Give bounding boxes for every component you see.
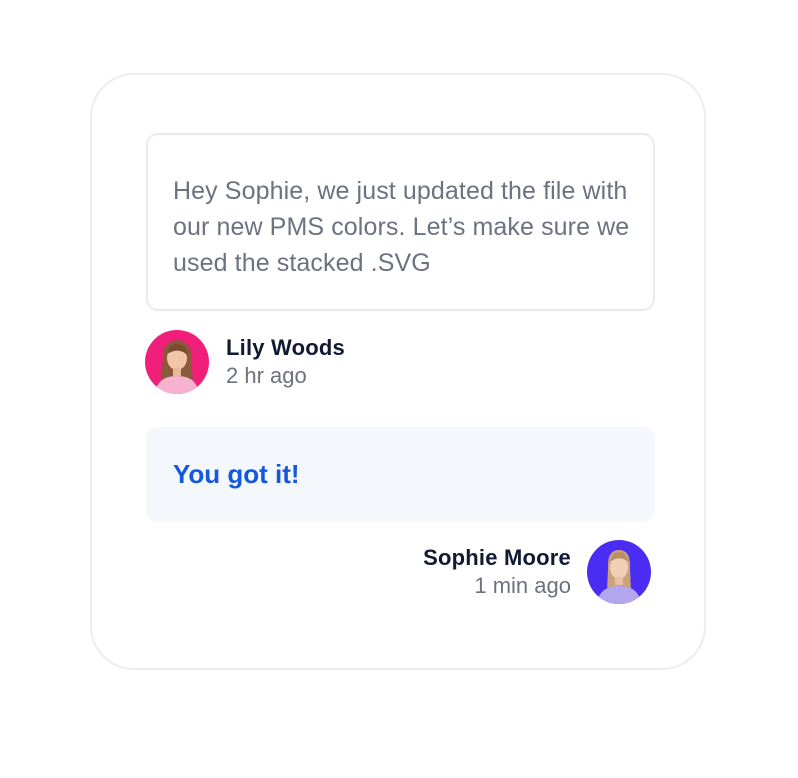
chat-card: Hey Sophie, we just updated the file wit… [90, 73, 706, 670]
message-timestamp: 2 hr ago [226, 363, 307, 388]
message-timestamp: 1 min ago [474, 573, 571, 598]
avatar-lily-woods[interactable] [145, 330, 209, 394]
outgoing-message-text: You got it! [173, 459, 300, 489]
author-name[interactable]: Sophie Moore [423, 544, 571, 572]
outgoing-message-author: Sophie Moore 1 min ago [423, 540, 651, 604]
incoming-message-bubble: Hey Sophie, we just updated the file wit… [146, 133, 655, 311]
avatar-sophie-moore[interactable] [587, 540, 651, 604]
incoming-message-author: Lily Woods 2 hr ago [145, 330, 345, 394]
avatar-portrait-icon [145, 330, 209, 394]
incoming-message-text: Hey Sophie, we just updated the file wit… [173, 177, 630, 277]
outgoing-message-bubble: You got it! [146, 427, 655, 522]
avatar-portrait-icon [587, 540, 651, 604]
author-name[interactable]: Lily Woods [226, 334, 345, 362]
